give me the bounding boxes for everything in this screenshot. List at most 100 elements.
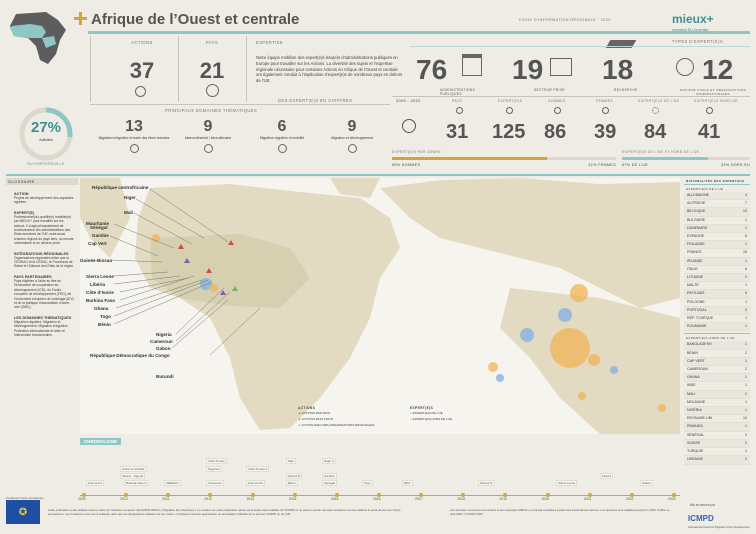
nationality-row: PAYS-BAS 9	[684, 290, 750, 299]
type-value: 12	[702, 54, 734, 85]
nationality-country: LITUANIE	[687, 275, 704, 280]
type-value: 19	[512, 54, 544, 85]
nationality-count: 1	[745, 383, 747, 388]
year-label: 2013	[246, 497, 255, 501]
domain-1: 13 Migration irrégulière et traite des ê…	[98, 118, 170, 170]
timeline-item: Ghana III	[286, 473, 303, 479]
nationality-row: FRANCE 19	[684, 249, 750, 258]
donut-percent: 27%	[30, 119, 62, 136]
nationality-country: MOLDAVIE	[687, 399, 706, 404]
nationality-row: POLOGNE 1	[684, 299, 750, 307]
timeline-item: Ghana IV	[478, 480, 495, 486]
nationality-country: NIGÉRIA	[687, 408, 702, 413]
year-label: 2018	[457, 497, 465, 501]
nationality-row: SÉNÉGAL 2	[684, 432, 750, 440]
section-divider	[6, 174, 750, 176]
nationality-row: PORTUGAL 3	[684, 306, 750, 316]
nationality-count: 2	[745, 391, 747, 396]
nationality-row: BULGARIE 1	[684, 217, 750, 225]
mobility-icon	[277, 144, 287, 153]
nationality-row: CAP VERT 1	[684, 357, 750, 367]
glossary-def: Professionnel(le) qualifié(e) mobilisé(e…	[14, 214, 74, 246]
eu-flag: ✪	[6, 500, 40, 524]
expertise-label: EXPERTISE	[256, 40, 284, 45]
nationality-country: RÉP. TCHÈQUE	[687, 316, 714, 321]
domain-label: Migration et développement	[331, 136, 373, 140]
types-row: 76 ADMINISTRATIONS PUBLIQUES 19 SECTEUR …	[410, 40, 750, 100]
gender-bar	[392, 157, 616, 160]
stat-non-eu: 41	[698, 121, 721, 143]
actions-value: 37	[129, 58, 155, 83]
nationality-row: RÉP. TCHÈQUE 1	[684, 315, 750, 324]
nationality-country: UKRAINE	[687, 457, 703, 462]
origin-bar-fill	[622, 157, 708, 160]
pays-label: PAYS	[205, 40, 219, 45]
legend-item: ▲ ACTION AVEC DES ORGANISATIONS RÉGIONAL…	[298, 423, 375, 427]
timeline-item: Nigeria II	[206, 466, 223, 472]
people-icon	[676, 58, 694, 76]
nationality-count: 2	[745, 367, 747, 372]
timeline-item: Côte d’Ivoire II	[246, 466, 270, 472]
gender-block: EXPERT(E)S PAR GENRE 69% HOMMES 31% FEMM…	[392, 150, 616, 174]
timeline-item: Cameroun	[206, 480, 225, 486]
nationality-country: BÉNIN	[687, 350, 698, 355]
nationality-row: ROUMANIE 1	[684, 323, 750, 332]
domain-label: Migration régulière et mobilité	[259, 136, 305, 140]
nationality-count: 1	[745, 424, 747, 429]
nationality-country: GHANA	[687, 375, 700, 380]
person-icon	[506, 107, 513, 114]
domain-label: Migration irrégulière et traite des être…	[98, 136, 170, 140]
nationality-country: BANGLADESH	[687, 342, 712, 347]
year-label: 2019	[499, 497, 507, 501]
domain-value: 13	[125, 118, 143, 135]
nationality-count: 1	[745, 258, 747, 263]
types-bar	[410, 46, 750, 47]
glossary-def: Projets de développement des capacités a…	[14, 196, 74, 205]
glossary-def: Migration régulière, Migration et dévelo…	[14, 319, 69, 337]
type-research: 18 RECHERCHE	[596, 40, 666, 100]
map-legend-experts: EXPERT(E)S ● EXPERT(E)S DE L’UE ● EXPERT…	[410, 406, 500, 422]
eu-caption: Fonds par l’Union européenne	[6, 496, 44, 500]
year-dot	[587, 493, 592, 497]
timeline-item: Gabon	[640, 480, 654, 486]
type-private: 19 SECTEUR PRIVÉ	[506, 48, 586, 100]
nationality-country: MALTE	[687, 283, 699, 288]
nationality-count: 7	[745, 201, 747, 206]
handshake-icon	[135, 86, 146, 97]
eu-nationality-list: ALLEMAGNE 4 AUTRICHE 7 BELGIQUE 13 BULGARIE 1 DA…	[684, 192, 750, 332]
experts-label: DES EXPERT(E)S EN CHIFFRES	[278, 98, 353, 103]
year-label: 2023	[668, 497, 676, 501]
year-label: 2015	[330, 497, 339, 501]
gender-left: 69% HOMMES	[392, 163, 421, 167]
origin-block: EXPERT(E)S DE L’UE ET HORS DE L’UE 67% D…	[622, 150, 750, 174]
nationality-country: ESPAGNE	[687, 234, 705, 239]
nationality-count: 19	[743, 250, 747, 255]
nationality-row: MOLDAVIE 1	[684, 399, 750, 408]
year-label: 2012	[204, 497, 212, 501]
timeline-item: Ghana · Nigeria	[120, 473, 146, 479]
icmpd-name: ICMPD	[688, 514, 714, 523]
glossary-def: Organisations régionales telles que la C…	[14, 255, 75, 269]
nationality-count: 1	[745, 225, 747, 230]
type-administrations: 76 ADMINISTRATIONS PUBLIQUES	[410, 48, 496, 100]
year-label: 2011	[162, 497, 170, 501]
nationality-row: UKRAINE 2	[684, 456, 750, 465]
domain-value: 9	[203, 118, 213, 135]
nationality-row: LITUANIE 2	[684, 274, 750, 283]
year-label: 2010	[120, 497, 128, 501]
stat-hommes: 86	[544, 121, 567, 143]
stat-femmes: 39	[594, 121, 617, 143]
timeline-item: Libéria	[600, 473, 614, 479]
glossary: GLOSSAIRE ACTION Projets de développemen…	[6, 178, 78, 498]
type-value: 18	[602, 54, 634, 85]
eu-title: EXPERT(E)S DE L’UE	[684, 184, 750, 192]
nationality-count: 1	[745, 324, 747, 329]
stat-pays: 31	[446, 121, 469, 143]
year-label: 2021	[583, 497, 592, 501]
globe-icon	[206, 84, 219, 97]
nationality-count: 1	[745, 408, 747, 413]
gender-right: 31% FEMMES	[588, 163, 616, 167]
nationality-count: 2	[745, 432, 747, 437]
nationality-country: TURQUIE	[687, 449, 704, 454]
nationality-count: 9	[745, 291, 747, 296]
